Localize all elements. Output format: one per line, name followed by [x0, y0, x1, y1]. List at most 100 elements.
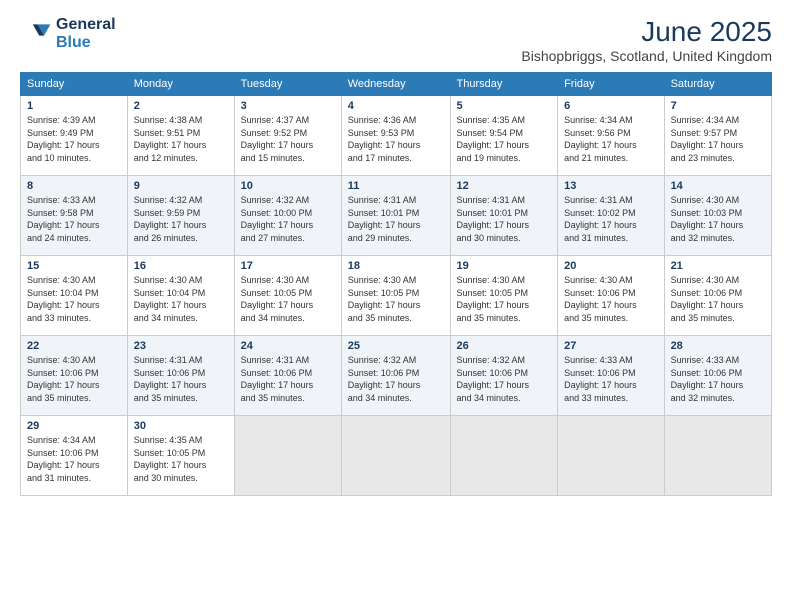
logo-icon: [20, 18, 52, 50]
calendar: SundayMondayTuesdayWednesdayThursdayFrid…: [20, 72, 772, 496]
calendar-cell: 20 Sunrise: 4:30 AM Sunset: 10:06 PM Dayl…: [558, 256, 664, 336]
day-info: Sunrise: 4:30 AM Sunset: 10:04 PM Daylig…: [27, 274, 121, 324]
calendar-cell: 10 Sunrise: 4:32 AM Sunset: 10:00 PM Dayl…: [234, 176, 341, 256]
weekday-header: Friday: [558, 73, 664, 96]
calendar-header-row: SundayMondayTuesdayWednesdayThursdayFrid…: [21, 73, 772, 96]
calendar-cell: 28Sunrise: 4:33 AM Sunset: 10:06 PM Dayl…: [664, 336, 771, 416]
weekday-header: Tuesday: [234, 73, 341, 96]
day-info: Sunrise: 4:35 AM Sunset: 9:54 PM Dayligh…: [457, 114, 552, 164]
calendar-cell: 26 Sunrise: 4:32 AM Sunset: 10:06 PM Dayl…: [450, 336, 558, 416]
day-number: 3: [241, 100, 335, 112]
calendar-week-row: 8Sunrise: 4:33 AM Sunset: 9:58 PM Daylig…: [21, 176, 772, 256]
day-number: 16: [134, 260, 228, 272]
weekday-header: Wednesday: [341, 73, 450, 96]
calendar-cell: 3 Sunrise: 4:37 AM Sunset: 9:52 PM Daylig…: [234, 96, 341, 176]
logo: General Blue: [20, 16, 116, 51]
calendar-cell: 2 Sunrise: 4:38 AM Sunset: 9:51 PM Daylig…: [127, 96, 234, 176]
day-info: Sunrise: 4:30 AM Sunset: 10:05 PM Daylig…: [457, 274, 552, 324]
calendar-cell: 27Sunrise: 4:33 AM Sunset: 10:06 PM Dayl…: [558, 336, 664, 416]
calendar-cell: 1 Sunrise: 4:39 AM Sunset: 9:49 PM Daylig…: [21, 96, 128, 176]
calendar-cell: 8Sunrise: 4:33 AM Sunset: 9:58 PM Daylig…: [21, 176, 128, 256]
calendar-cell: 30 Sunrise: 4:35 AM Sunset: 10:05 PM Dayl…: [127, 416, 234, 496]
day-info: Sunrise: 4:31 AM Sunset: 10:02 PM Daylig…: [564, 194, 657, 244]
calendar-cell: 4 Sunrise: 4:36 AM Sunset: 9:53 PM Daylig…: [341, 96, 450, 176]
day-info: Sunrise: 4:34 AM Sunset: 9:57 PM Dayligh…: [671, 114, 765, 164]
day-number: 9: [134, 180, 228, 192]
day-number: 8: [27, 180, 121, 192]
weekday-header: Monday: [127, 73, 234, 96]
location: Bishopbriggs, Scotland, United Kingdom: [521, 48, 772, 64]
day-info: Sunrise: 4:32 AM Sunset: 10:00 PM Daylig…: [241, 194, 335, 244]
day-info: Sunrise: 4:31 AM Sunset: 10:01 PM Daylig…: [348, 194, 444, 244]
day-info: Sunrise: 4:30 AM Sunset: 10:06 PM Daylig…: [671, 274, 765, 324]
calendar-cell: 16Sunrise: 4:30 AM Sunset: 10:04 PM Dayl…: [127, 256, 234, 336]
weekday-header: Sunday: [21, 73, 128, 96]
calendar-cell: 6Sunrise: 4:34 AM Sunset: 9:56 PM Daylig…: [558, 96, 664, 176]
day-info: Sunrise: 4:35 AM Sunset: 10:05 PM Daylig…: [134, 434, 228, 484]
calendar-cell: 29Sunrise: 4:34 AM Sunset: 10:06 PM Dayl…: [21, 416, 128, 496]
page: General Blue June 2025 Bishopbriggs, Sco…: [0, 0, 792, 612]
day-info: Sunrise: 4:32 AM Sunset: 10:06 PM Daylig…: [348, 354, 444, 404]
day-number: 20: [564, 260, 657, 272]
day-number: 24: [241, 340, 335, 352]
calendar-cell: [664, 416, 771, 496]
logo-text: General Blue: [56, 16, 116, 51]
calendar-cell: 23 Sunrise: 4:31 AM Sunset: 10:06 PM Dayl…: [127, 336, 234, 416]
header: General Blue June 2025 Bishopbriggs, Sco…: [20, 16, 772, 64]
weekday-header: Thursday: [450, 73, 558, 96]
day-info: Sunrise: 4:30 AM Sunset: 10:06 PM Daylig…: [564, 274, 657, 324]
day-number: 12: [457, 180, 552, 192]
day-number: 15: [27, 260, 121, 272]
calendar-week-row: 15 Sunrise: 4:30 AM Sunset: 10:04 PM Dayl…: [21, 256, 772, 336]
day-info: Sunrise: 4:37 AM Sunset: 9:52 PM Dayligh…: [241, 114, 335, 164]
day-number: 4: [348, 100, 444, 112]
day-info: Sunrise: 4:39 AM Sunset: 9:49 PM Dayligh…: [27, 114, 121, 164]
calendar-cell: 18Sunrise: 4:30 AM Sunset: 10:05 PM Dayl…: [341, 256, 450, 336]
day-number: 11: [348, 180, 444, 192]
calendar-cell: 15 Sunrise: 4:30 AM Sunset: 10:04 PM Dayl…: [21, 256, 128, 336]
day-number: 14: [671, 180, 765, 192]
calendar-cell: [450, 416, 558, 496]
day-info: Sunrise: 4:31 AM Sunset: 10:06 PM Daylig…: [134, 354, 228, 404]
day-number: 2: [134, 100, 228, 112]
calendar-cell: 11 Sunrise: 4:31 AM Sunset: 10:01 PM Dayl…: [341, 176, 450, 256]
calendar-cell: 21 Sunrise: 4:30 AM Sunset: 10:06 PM Dayl…: [664, 256, 771, 336]
calendar-cell: 14 Sunrise: 4:30 AM Sunset: 10:03 PM Dayl…: [664, 176, 771, 256]
day-info: Sunrise: 4:38 AM Sunset: 9:51 PM Dayligh…: [134, 114, 228, 164]
calendar-cell: [234, 416, 341, 496]
day-info: Sunrise: 4:30 AM Sunset: 10:03 PM Daylig…: [671, 194, 765, 244]
day-number: 25: [348, 340, 444, 352]
day-info: Sunrise: 4:34 AM Sunset: 10:06 PM Daylig…: [27, 434, 121, 484]
calendar-cell: 22Sunrise: 4:30 AM Sunset: 10:06 PM Dayl…: [21, 336, 128, 416]
calendar-week-row: 22Sunrise: 4:30 AM Sunset: 10:06 PM Dayl…: [21, 336, 772, 416]
day-info: Sunrise: 4:32 AM Sunset: 9:59 PM Dayligh…: [134, 194, 228, 244]
day-number: 23: [134, 340, 228, 352]
calendar-cell: 25 Sunrise: 4:32 AM Sunset: 10:06 PM Dayl…: [341, 336, 450, 416]
day-info: Sunrise: 4:31 AM Sunset: 10:01 PM Daylig…: [457, 194, 552, 244]
calendar-cell: 17 Sunrise: 4:30 AM Sunset: 10:05 PM Dayl…: [234, 256, 341, 336]
day-number: 17: [241, 260, 335, 272]
day-info: Sunrise: 4:36 AM Sunset: 9:53 PM Dayligh…: [348, 114, 444, 164]
calendar-cell: 24 Sunrise: 4:31 AM Sunset: 10:06 PM Dayl…: [234, 336, 341, 416]
month-title: June 2025: [521, 16, 772, 48]
day-info: Sunrise: 4:30 AM Sunset: 10:05 PM Daylig…: [241, 274, 335, 324]
day-number: 22: [27, 340, 121, 352]
day-number: 5: [457, 100, 552, 112]
calendar-cell: 9 Sunrise: 4:32 AM Sunset: 9:59 PM Daylig…: [127, 176, 234, 256]
day-number: 21: [671, 260, 765, 272]
day-number: 30: [134, 420, 228, 432]
day-number: 19: [457, 260, 552, 272]
day-info: Sunrise: 4:32 AM Sunset: 10:06 PM Daylig…: [457, 354, 552, 404]
calendar-week-row: 1 Sunrise: 4:39 AM Sunset: 9:49 PM Daylig…: [21, 96, 772, 176]
day-info: Sunrise: 4:31 AM Sunset: 10:06 PM Daylig…: [241, 354, 335, 404]
day-number: 10: [241, 180, 335, 192]
day-number: 7: [671, 100, 765, 112]
day-number: 1: [27, 100, 121, 112]
calendar-cell: 19 Sunrise: 4:30 AM Sunset: 10:05 PM Dayl…: [450, 256, 558, 336]
day-number: 27: [564, 340, 657, 352]
day-number: 26: [457, 340, 552, 352]
calendar-cell: [558, 416, 664, 496]
title-block: June 2025 Bishopbriggs, Scotland, United…: [521, 16, 772, 64]
calendar-cell: 5 Sunrise: 4:35 AM Sunset: 9:54 PM Daylig…: [450, 96, 558, 176]
day-number: 6: [564, 100, 657, 112]
